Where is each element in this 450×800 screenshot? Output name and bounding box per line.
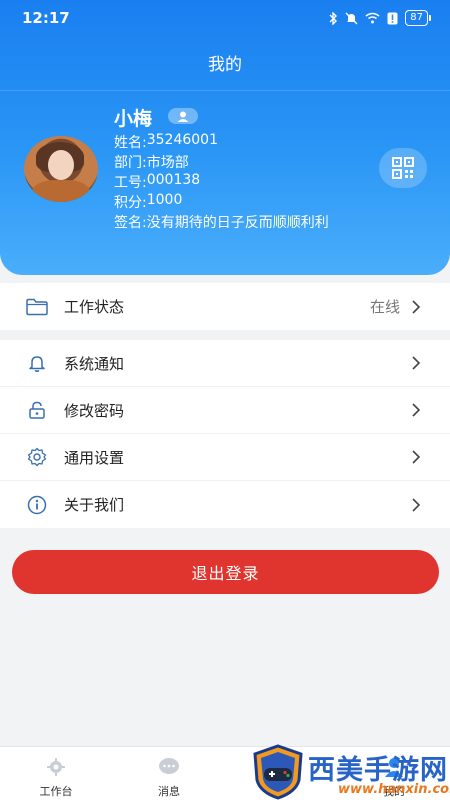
chevron-right-icon xyxy=(412,299,421,314)
menu-row-work-status[interactable]: 工作状态 在线 xyxy=(0,283,450,330)
field-label: 工号: xyxy=(114,175,147,191)
person-badge-icon xyxy=(177,111,189,122)
lock-icon xyxy=(26,399,48,421)
folder-icon xyxy=(26,296,48,318)
work-status-value: 在线 xyxy=(369,298,400,316)
user-badge xyxy=(168,108,198,124)
tab-label: 工作台 xyxy=(39,785,73,798)
profile-field-signature: 签名: 没有期待的日子反而顺顺利利 xyxy=(114,212,329,232)
profile-header: 12:17 87 我的 小梅 姓名: 35246001 部门: 市场部 工号: 000… xyxy=(0,0,450,275)
profile-field-employee-id: 工号: 000138 xyxy=(114,172,200,192)
field-label: 签名: xyxy=(114,215,147,231)
status-time: 12:17 xyxy=(22,9,70,27)
field-value: 市场部 xyxy=(146,155,189,171)
menu-label: 修改密码 xyxy=(64,401,125,420)
header-divider xyxy=(0,90,450,91)
watermark: 西美手游网 www.hanxin.com xyxy=(252,744,450,800)
field-value: 35246001 xyxy=(146,132,218,148)
info-icon xyxy=(26,494,48,516)
avatar-body xyxy=(32,180,90,202)
menu-label: 通用设置 xyxy=(64,448,125,467)
field-value: 1000 xyxy=(146,192,183,208)
tab-workbench[interactable]: 工作台 xyxy=(0,747,112,800)
alert-icon xyxy=(387,12,398,24)
logout-button[interactable]: 退出登录 xyxy=(12,550,439,594)
status-icons: 87 xyxy=(328,10,431,26)
chevron-right-icon xyxy=(412,497,421,512)
menu-label: 关于我们 xyxy=(64,496,125,514)
menu-row-general-settings[interactable]: 通用设置 xyxy=(0,434,450,481)
work-status-card: 工作状态 在线 xyxy=(0,283,450,330)
tab-messages[interactable]: 消息 xyxy=(113,747,225,800)
user-name: 小梅 xyxy=(114,108,153,130)
message-icon xyxy=(159,758,179,774)
avatar-face xyxy=(48,150,74,180)
battery-indicator: 87 xyxy=(405,10,431,26)
settings-menu-card: 系统通知 修改密码 通用设置 关于我们 xyxy=(0,340,450,528)
field-label: 部门: xyxy=(114,155,147,171)
field-value: 000138 xyxy=(146,172,201,188)
profile-field-points: 积分: 1000 xyxy=(114,192,182,212)
chevron-right-icon xyxy=(412,450,421,464)
qr-code-button[interactable] xyxy=(379,148,427,188)
field-value: 没有期待的日子反而顺顺利利 xyxy=(146,215,329,231)
field-label: 积分: xyxy=(114,195,147,211)
status-bar: 12:17 87 xyxy=(0,0,450,36)
page-title: 我的 xyxy=(208,55,242,75)
profile-field-department: 部门: 市场部 xyxy=(114,152,189,172)
gamepad-shield-logo xyxy=(253,744,303,800)
chevron-right-icon xyxy=(412,356,421,370)
menu-label: 系统通知 xyxy=(64,354,125,373)
profile-field-name: 姓名: 35246001 xyxy=(114,132,218,152)
tab-label: 消息 xyxy=(158,785,180,798)
chevron-right-icon xyxy=(412,403,421,417)
workbench-icon xyxy=(47,758,65,776)
bell-icon xyxy=(26,352,48,374)
gear-icon xyxy=(26,446,48,468)
field-label: 姓名: xyxy=(114,135,147,151)
mute-icon xyxy=(345,12,358,24)
bluetooth-icon xyxy=(329,11,338,25)
menu-row-about-us[interactable]: 关于我们 xyxy=(0,481,450,528)
wifi-icon xyxy=(365,12,380,24)
menu-row-notifications[interactable]: 系统通知 xyxy=(0,340,450,387)
avatar[interactable] xyxy=(24,136,98,202)
menu-row-change-password[interactable]: 修改密码 xyxy=(0,387,450,434)
watermark-url: www.hanxin.com xyxy=(338,782,450,797)
qr-code-icon xyxy=(392,157,414,179)
menu-label: 工作状态 xyxy=(64,298,125,316)
